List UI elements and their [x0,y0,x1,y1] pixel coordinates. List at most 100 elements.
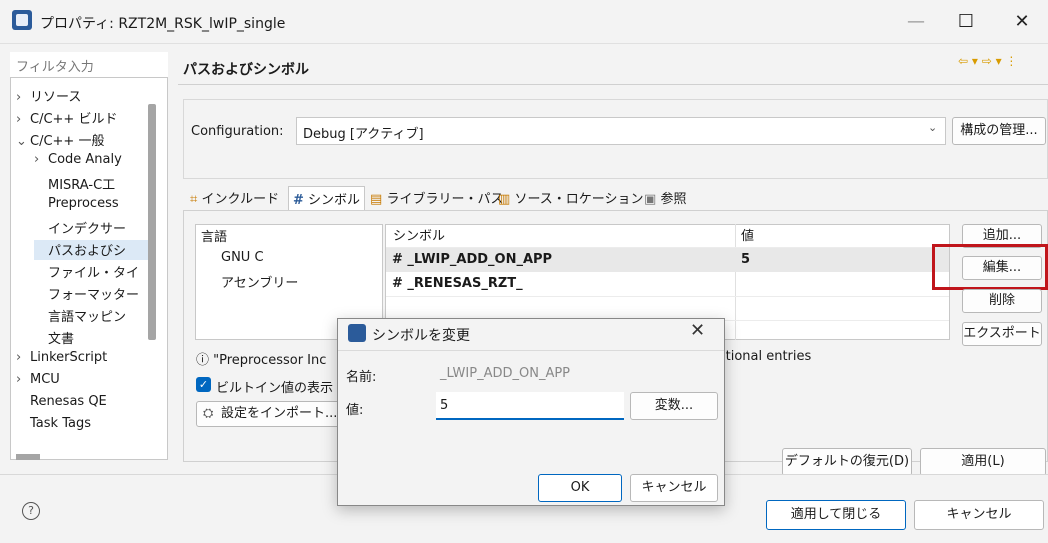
divider [386,296,949,297]
tab-library-path[interactable]: ▤ ライブラリー・パス [370,188,503,207]
sidebar-item[interactable]: フォーマッター [34,284,150,304]
export-button[interactable]: エクスポート [962,322,1042,346]
sidebar-item[interactable]: 文書 [34,328,150,348]
sidebar-item-label: MCU [30,372,60,387]
import-settings-label: 設定をインポート... [221,406,338,421]
sidebar-item[interactable]: Renesas QE [16,394,150,414]
value-field[interactable]: 5 [436,392,624,420]
tab-include[interactable]: ⌗ インクルード [190,188,279,207]
show-builtin-checkbox[interactable]: ✓ [196,377,211,392]
language-item[interactable]: アセンブリー [221,272,298,291]
sidebar-item-label: リソース [30,90,82,105]
configuration-select[interactable]: Debug [アクティブ] [296,117,946,145]
dialog-cancel-button[interactable]: キャンセル [630,474,718,502]
name-label: 名前: [346,370,377,385]
column-separator [735,224,736,340]
apply-and-close-button[interactable]: 適用して閉じる [766,500,906,530]
import-settings-button[interactable]: ⛭ 設定をインポート... [196,401,340,427]
info-text-continued: itional entries [722,349,812,364]
cancel-button[interactable]: キャンセル [914,500,1044,530]
page-title: パスおよびシンボル [183,62,309,78]
sidebar-item[interactable]: パスおよびシ [34,240,150,260]
delete-button[interactable]: 削除 [962,289,1042,313]
sidebar-item-label: Task Tags [30,416,91,431]
sidebar-scrollbar[interactable] [148,104,156,340]
symbol-cell[interactable]: # _LWIP_ADD_ON_APP [392,252,552,267]
sidebar-item-label: Renesas QE [30,394,107,409]
chevron-right-icon[interactable]: › [16,372,30,387]
value-label: 値: [346,403,364,418]
dialog-close-icon[interactable]: ✕ [690,320,705,341]
sidebar-item-label: C/C++ 一般 [30,134,105,149]
sidebar-item-label: Preprocess [48,196,119,211]
tab-label: シンボル [308,193,361,208]
reference-icon: ▣ [644,192,657,207]
maximize-button[interactable]: ☐ [944,8,988,36]
sidebar-item-label: Code Analy [48,152,122,167]
languages-header: 言語 [201,230,228,245]
chevron-right-icon[interactable]: › [16,90,30,105]
chevron-right-icon[interactable]: › [16,350,30,365]
tab-label: 参照 [660,192,687,207]
import-icon: ⛭ [203,406,214,421]
restore-defaults-button[interactable]: デフォルトの復元(D) [782,448,912,476]
tab-symbols[interactable]: # シンボル [288,186,366,210]
sidebar-item-label: MISRA-C工 [48,178,116,193]
help-icon[interactable]: ? [22,502,40,520]
sidebar-item-label: ファイル・タイ [48,266,140,281]
sidebar-item[interactable]: ファイル・タイ [34,262,150,282]
close-button[interactable]: ✕ [1000,8,1044,36]
dialog-title: シンボルを変更 [372,328,470,344]
sidebar-item[interactable]: › Code Analy [34,152,150,172]
highlight-box [932,244,1048,290]
tab-source-location[interactable]: ▥ ソース・ロケーション [498,188,644,207]
sidebar-item-label: C/C++ ビルド [30,112,118,127]
app-icon [12,10,32,30]
chevron-down-icon: ⌄ [928,121,938,134]
manage-configurations-button[interactable]: 構成の管理... [952,117,1046,145]
sidebar-item[interactable]: › リソース [16,86,150,106]
sidebar-item[interactable]: インデクサー [34,218,150,238]
apply-button[interactable]: 適用(L) [920,448,1046,476]
chevron-down-icon[interactable]: ⌄ [16,134,30,149]
variables-button[interactable]: 変数... [630,392,718,420]
column-header-symbol[interactable]: シンボル [393,225,445,244]
sidebar-item-label: 言語マッピン [48,310,127,325]
filter-input[interactable]: フィルタ入力 [10,52,168,78]
chevron-right-icon[interactable]: › [34,152,48,167]
value-cell[interactable]: 5 [741,252,750,267]
show-builtin-label: ビルトイン値の表示 [216,381,334,396]
include-tab-icon: ⌗ [190,192,198,207]
tab-references[interactable]: ▣ 参照 [644,188,686,207]
nav-arrows-icon[interactable]: ⇦ ▾ ⇨ ▾ ⋮ [958,54,1017,68]
divider [178,84,1048,85]
sidebar-item[interactable]: Preprocess [34,196,150,216]
sidebar-item[interactable]: 言語マッピン [34,306,150,326]
column-header-value[interactable]: 値 [741,225,754,244]
sidebar-item[interactable]: › C/C++ ビルド [16,108,150,128]
sidebar-item[interactable]: ⌄ C/C++ 一般 [16,130,150,150]
sidebar-item-label: パスおよびシ [48,244,127,259]
ok-button[interactable]: OK [538,474,622,502]
divider [338,350,724,351]
sidebar-item-label: フォーマッター [48,288,140,303]
sidebar-item[interactable]: › MCU [16,372,150,392]
tab-label: ライブラリー・パス [386,192,504,207]
tab-label: ソース・ロケーション [514,192,644,207]
minimize-button[interactable]: — [894,8,938,36]
language-item[interactable]: GNU C [221,250,264,265]
sidebar-hscrollbar[interactable] [16,454,40,460]
folder-icon: ▥ [498,192,511,207]
sidebar-item[interactable]: MISRA-C工 [34,174,150,194]
window-title: プロパティ: RZT2M_RSK_lwIP_single [40,16,286,32]
info-text: ⓘ "Preprocessor Inc [196,353,327,368]
name-field: _LWIP_ADD_ON_APP [440,366,571,381]
sidebar-item[interactable]: Task Tags [16,416,150,436]
symbol-cell[interactable]: # _RENESAS_RZT_ [392,276,523,291]
sidebar-item-label: LinkerScript [30,350,108,365]
sidebar-item-label: インデクサー [48,222,127,237]
chevron-right-icon[interactable]: › [16,112,30,127]
sidebar-item-label: 文書 [48,332,75,347]
sidebar-item[interactable]: › LinkerScript [16,350,150,370]
configuration-label: Configuration: [191,124,284,139]
